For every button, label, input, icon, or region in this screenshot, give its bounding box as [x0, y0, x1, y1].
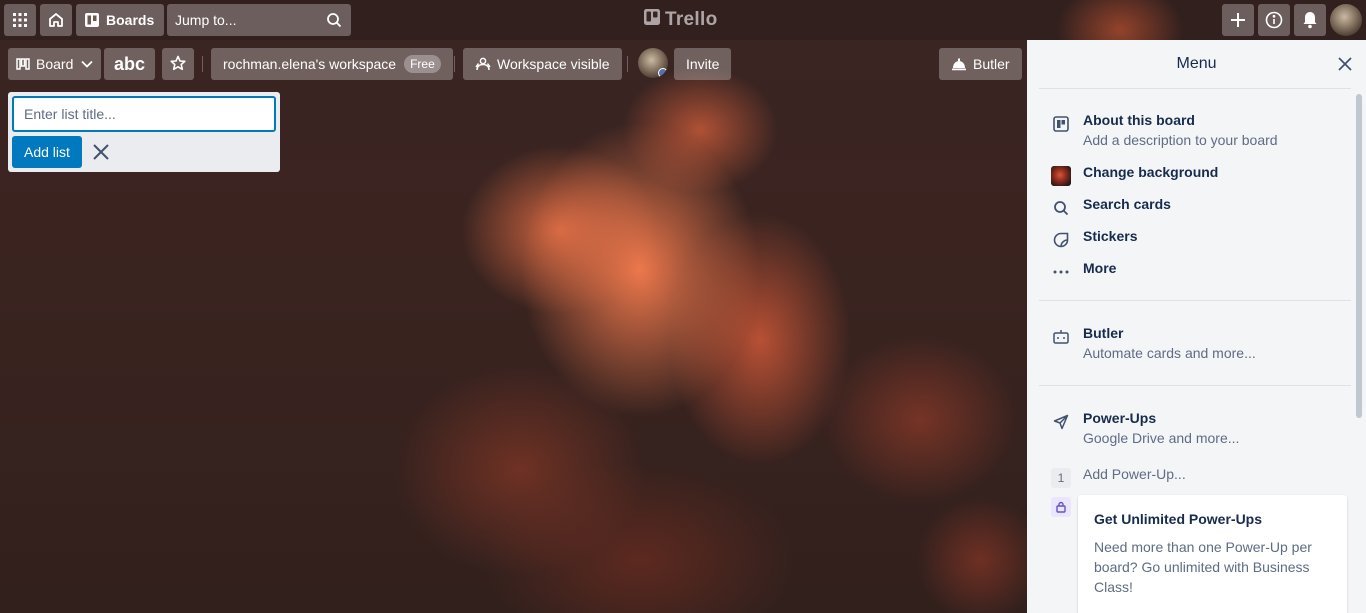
chevron-down-icon: [81, 60, 93, 68]
board-title[interactable]: abc: [104, 48, 156, 80]
plan-badge: Free: [404, 55, 441, 73]
star-board-button[interactable]: [162, 48, 194, 80]
close-icon[interactable]: [1338, 57, 1352, 76]
menu-scrollbar[interactable]: [1356, 94, 1362, 418]
rocket-icon: [1051, 412, 1071, 432]
menu-item-label: About this board: [1083, 112, 1195, 128]
menu-item-label: Butler: [1083, 325, 1124, 341]
home-icon: [47, 11, 65, 29]
admin-badge-icon: [658, 68, 668, 78]
add-list-button[interactable]: Add list: [12, 136, 82, 168]
divider: [202, 56, 203, 72]
logo-text: Trello: [665, 9, 718, 30]
home-button[interactable]: [40, 4, 72, 36]
ellipsis-icon: [1051, 262, 1071, 282]
menu-item-label: Add Power-Up...: [1083, 466, 1186, 482]
trello-logo-icon: [644, 9, 660, 31]
top-navbar: Boards Jump to... Trello: [0, 0, 1366, 40]
star-icon: [170, 55, 186, 74]
invite-label: Invite: [686, 56, 720, 72]
menu-item-stickers[interactable]: Stickers: [1027, 228, 1357, 252]
menu-item-more[interactable]: More: [1027, 260, 1357, 284]
jump-to-search[interactable]: Jump to...: [167, 4, 351, 36]
grid-icon: [12, 12, 28, 28]
board-view-icon: [16, 58, 30, 70]
list-title-input[interactable]: [12, 96, 276, 132]
menu-item-label: Change background: [1083, 164, 1219, 180]
board-menu-panel: Menu About this board Add a description …: [1027, 40, 1366, 613]
powerup-count-badge: 1: [1051, 468, 1071, 488]
boards-label: Boards: [106, 12, 155, 28]
menu-item-butler[interactable]: Butler Automate cards and more...: [1027, 325, 1357, 365]
divider: [454, 56, 455, 72]
invite-button[interactable]: Invite: [674, 48, 732, 80]
butler-label: Butler: [973, 56, 1010, 72]
menu-item-powerups[interactable]: Power-Ups Google Drive and more...: [1027, 410, 1357, 450]
sticker-icon: [1051, 230, 1071, 250]
workspace-visible-icon: [475, 57, 491, 71]
apps-switcher-button[interactable]: [4, 4, 36, 36]
butler-button[interactable]: Butler: [939, 48, 1022, 80]
menu-item-subtitle: Google Drive and more...: [1083, 430, 1240, 446]
lock-icon: [1051, 497, 1071, 517]
menu-item-subtitle: Add a description to your board: [1083, 132, 1278, 148]
workspace-name: rochman.elena's workspace: [223, 56, 397, 72]
divider: [1039, 385, 1351, 386]
menu-title: Menu: [1176, 55, 1217, 72]
search-icon: [1051, 198, 1071, 218]
jump-placeholder: Jump to...: [175, 12, 237, 28]
butler-bell-icon: [951, 57, 967, 71]
menu-item-search-cards[interactable]: Search cards: [1027, 196, 1357, 220]
menu-item-subtitle: Automate cards and more...: [1083, 345, 1256, 361]
notifications-button[interactable]: [1294, 4, 1326, 36]
butler-robot-icon: [1051, 327, 1071, 347]
create-button[interactable]: [1222, 4, 1254, 36]
menu-item-label: More: [1083, 260, 1117, 276]
bell-icon: [1302, 11, 1318, 29]
upgrade-promo-card[interactable]: Get Unlimited Power-Ups Need more than o…: [1078, 495, 1347, 613]
menu-item-about[interactable]: About this board Add a description to yo…: [1027, 112, 1357, 152]
divider: [1039, 300, 1351, 301]
workspace-button[interactable]: rochman.elena's workspace Free: [211, 48, 453, 80]
visibility-button[interactable]: Workspace visible: [463, 48, 622, 80]
board-view-switcher[interactable]: Board: [8, 48, 102, 80]
add-list-composer: Add list: [8, 92, 280, 172]
promo-title: Get Unlimited Power-Ups: [1094, 511, 1263, 527]
divider: [1039, 88, 1351, 89]
boards-button[interactable]: Boards: [76, 4, 165, 36]
member-avatar[interactable]: [1330, 4, 1362, 36]
search-icon: [326, 12, 342, 31]
plus-icon: [1230, 12, 1246, 28]
menu-item-add-powerup[interactable]: 1 Add Power-Up...: [1027, 466, 1357, 490]
trello-logo[interactable]: Trello: [644, 8, 717, 32]
info-icon: [1265, 11, 1283, 29]
board-icon: [84, 12, 100, 28]
menu-item-change-background[interactable]: Change background: [1027, 164, 1357, 188]
menu-item-label: Stickers: [1083, 228, 1138, 244]
board-icon: [1051, 114, 1071, 134]
board-view-label: Board: [36, 56, 74, 72]
visibility-label: Workspace visible: [497, 56, 610, 72]
background-thumbnail: [1051, 166, 1071, 186]
info-button[interactable]: [1258, 4, 1290, 36]
menu-item-label: Power-Ups: [1083, 410, 1157, 426]
menu-item-label: Search cards: [1083, 196, 1171, 212]
board-member-avatar[interactable]: [638, 48, 668, 78]
close-icon[interactable]: [92, 143, 110, 161]
divider: [627, 56, 628, 72]
promo-text: Need more than one Power-Up per board? G…: [1094, 539, 1312, 595]
